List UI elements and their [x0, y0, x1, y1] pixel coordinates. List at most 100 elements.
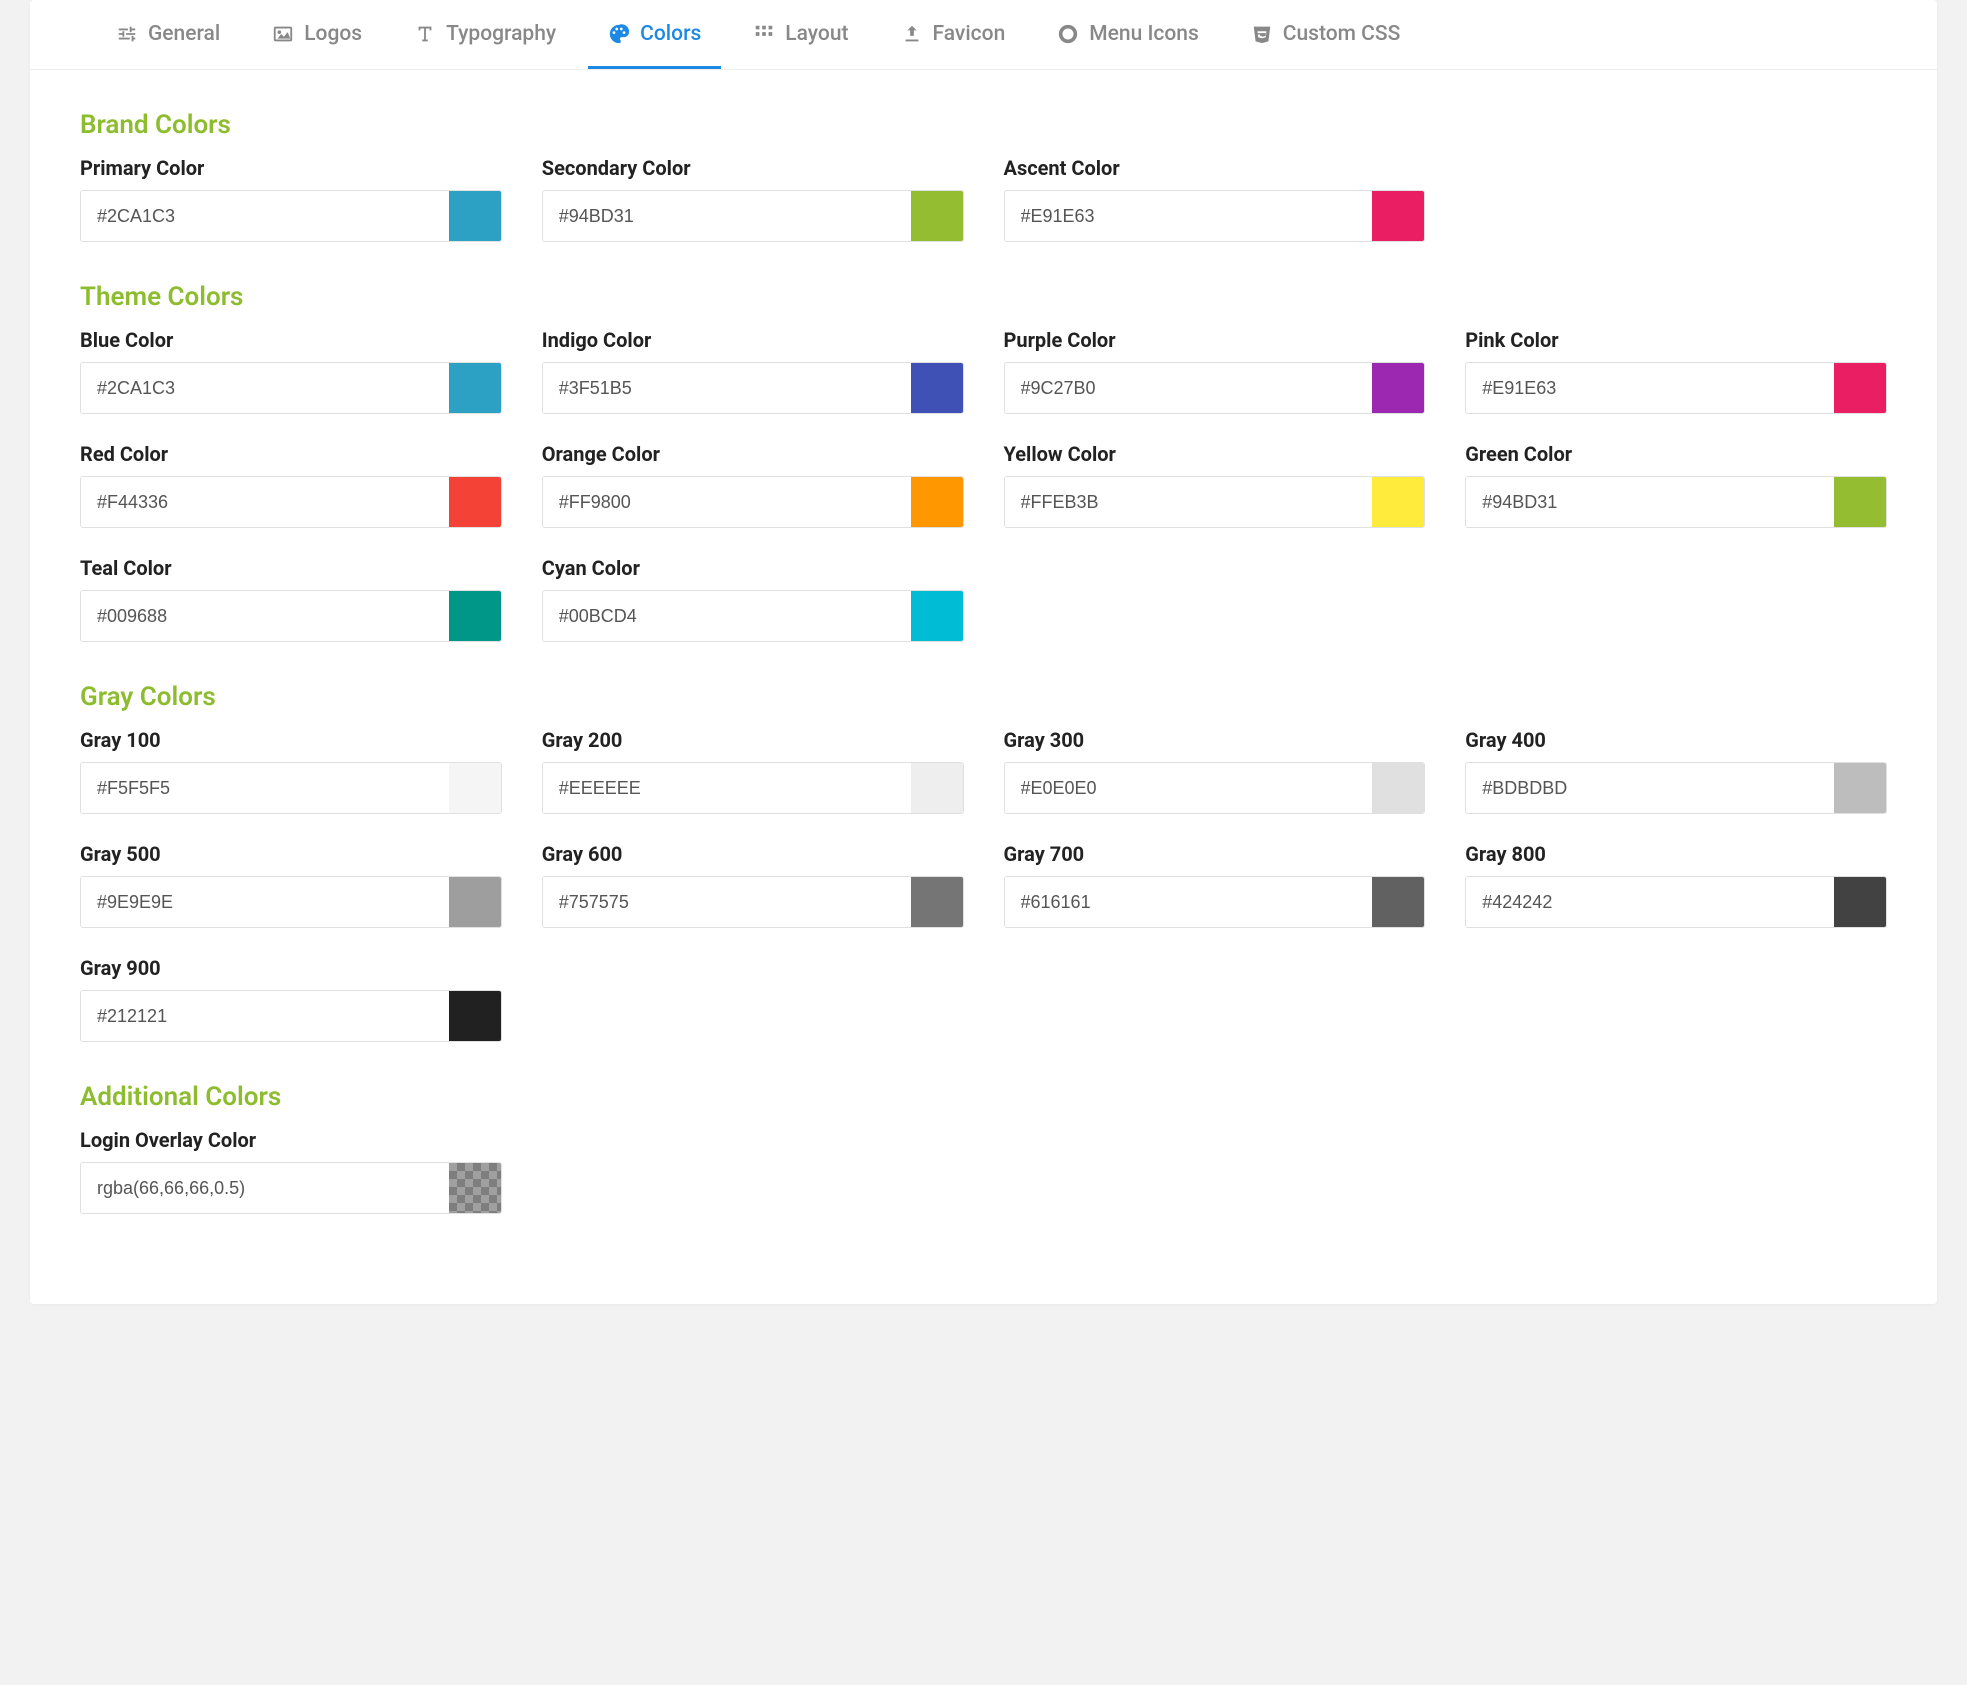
color-swatch-orange-color[interactable]: [911, 477, 963, 527]
section-title-brand: Brand Colors: [80, 110, 1887, 140]
tab-typography[interactable]: Typography: [394, 0, 576, 69]
color-input-gray-600[interactable]: [543, 877, 911, 927]
tab-general[interactable]: General: [96, 0, 240, 69]
settings-card: GeneralLogosTypographyColorsLayout Favico…: [30, 0, 1937, 1304]
color-swatch-secondary-color[interactable]: [911, 191, 963, 241]
color-input-cyan-color[interactable]: [543, 591, 911, 641]
color-swatch-gray-900[interactable]: [449, 991, 501, 1041]
color-swatch-yellow-color[interactable]: [1372, 477, 1424, 527]
color-input-row: [80, 762, 502, 814]
color-input-yellow-color[interactable]: [1005, 477, 1373, 527]
tab-colors[interactable]: Colors: [588, 0, 721, 69]
color-input-primary-color[interactable]: [81, 191, 449, 241]
color-input-gray-200[interactable]: [543, 763, 911, 813]
color-swatch-gray-400[interactable]: [1834, 763, 1886, 813]
color-input-purple-color[interactable]: [1005, 363, 1373, 413]
color-field-red-color: Red Color: [80, 442, 502, 528]
color-field-green-color: Green Color: [1465, 442, 1887, 528]
color-field-gray-600: Gray 600: [542, 842, 964, 928]
tab-layout[interactable]: Layout: [733, 0, 868, 69]
grid-additional-colors: Login Overlay Color: [80, 1128, 1887, 1214]
color-field-gray-400: Gray 400: [1465, 728, 1887, 814]
palette-icon: [608, 23, 630, 45]
field-label: Gray 500: [80, 842, 502, 866]
color-input-red-color[interactable]: [81, 477, 449, 527]
tab-label: Favicon: [933, 22, 1006, 46]
color-input-gray-400[interactable]: [1466, 763, 1834, 813]
grid-theme-colors: Blue ColorIndigo ColorPurple ColorPink C…: [80, 328, 1887, 642]
color-field-ascent-color: Ascent Color: [1004, 156, 1426, 242]
tab-logos[interactable]: Logos: [252, 0, 382, 69]
color-field-primary-color: Primary Color: [80, 156, 502, 242]
color-input-login-overlay-color[interactable]: [81, 1163, 449, 1213]
color-swatch-gray-800[interactable]: [1834, 877, 1886, 927]
color-swatch-gray-600[interactable]: [911, 877, 963, 927]
tab-label: Menu Icons: [1089, 22, 1199, 46]
color-field-cyan-color: Cyan Color: [542, 556, 964, 642]
color-swatch-cyan-color[interactable]: [911, 591, 963, 641]
color-swatch-gray-500[interactable]: [449, 877, 501, 927]
field-label: Login Overlay Color: [80, 1128, 502, 1152]
field-label: Teal Color: [80, 556, 502, 580]
color-input-gray-900[interactable]: [81, 991, 449, 1041]
color-field-purple-color: Purple Color: [1004, 328, 1426, 414]
color-input-gray-300[interactable]: [1005, 763, 1373, 813]
color-input-row: [542, 590, 964, 642]
color-input-gray-100[interactable]: [81, 763, 449, 813]
color-field-gray-700: Gray 700: [1004, 842, 1426, 928]
tab-custom-css[interactable]: Custom CSS: [1231, 0, 1421, 69]
color-swatch-purple-color[interactable]: [1372, 363, 1424, 413]
upload-icon: [901, 23, 923, 45]
field-label: Gray 100: [80, 728, 502, 752]
color-swatch-indigo-color[interactable]: [911, 363, 963, 413]
tab-menu-icons[interactable]: Menu Icons: [1037, 0, 1219, 69]
color-swatch-green-color[interactable]: [1834, 477, 1886, 527]
color-swatch-blue-color[interactable]: [449, 363, 501, 413]
field-label: Secondary Color: [542, 156, 964, 180]
color-input-secondary-color[interactable]: [543, 191, 911, 241]
image-icon: [272, 23, 294, 45]
color-input-teal-color[interactable]: [81, 591, 449, 641]
color-input-row: [1465, 476, 1887, 528]
color-input-gray-700[interactable]: [1005, 877, 1373, 927]
color-swatch-gray-300[interactable]: [1372, 763, 1424, 813]
circle-icon: [1057, 23, 1079, 45]
color-field-pink-color: Pink Color: [1465, 328, 1887, 414]
color-input-pink-color[interactable]: [1466, 363, 1834, 413]
color-input-row: [80, 1162, 502, 1214]
color-field-login-overlay-color: Login Overlay Color: [80, 1128, 502, 1214]
sliders-icon: [116, 23, 138, 45]
color-input-row: [80, 876, 502, 928]
color-input-gray-800[interactable]: [1466, 877, 1834, 927]
color-input-blue-color[interactable]: [81, 363, 449, 413]
color-swatch-ascent-color[interactable]: [1372, 191, 1424, 241]
field-label: Red Color: [80, 442, 502, 466]
color-swatch-red-color[interactable]: [449, 477, 501, 527]
section-title-additional: Additional Colors: [80, 1082, 1887, 1112]
field-label: Green Color: [1465, 442, 1887, 466]
color-input-row: [1465, 762, 1887, 814]
color-field-gray-300: Gray 300: [1004, 728, 1426, 814]
color-input-row: [80, 362, 502, 414]
color-field-teal-color: Teal Color: [80, 556, 502, 642]
color-swatch-login-overlay-color[interactable]: [449, 1163, 501, 1213]
color-swatch-teal-color[interactable]: [449, 591, 501, 641]
color-input-orange-color[interactable]: [543, 477, 911, 527]
field-label: Ascent Color: [1004, 156, 1426, 180]
tab-favicon[interactable]: Favicon: [881, 0, 1026, 69]
color-input-indigo-color[interactable]: [543, 363, 911, 413]
field-label: Orange Color: [542, 442, 964, 466]
tab-label: Custom CSS: [1283, 22, 1401, 46]
color-input-green-color[interactable]: [1466, 477, 1834, 527]
color-swatch-primary-color[interactable]: [449, 191, 501, 241]
color-swatch-gray-100[interactable]: [449, 763, 501, 813]
color-input-row: [542, 362, 964, 414]
color-field-gray-200: Gray 200: [542, 728, 964, 814]
color-field-orange-color: Orange Color: [542, 442, 964, 528]
color-swatch-pink-color[interactable]: [1834, 363, 1886, 413]
color-input-ascent-color[interactable]: [1005, 191, 1373, 241]
color-swatch-gray-700[interactable]: [1372, 877, 1424, 927]
color-swatch-gray-200[interactable]: [911, 763, 963, 813]
color-field-gray-500: Gray 500: [80, 842, 502, 928]
color-input-gray-500[interactable]: [81, 877, 449, 927]
